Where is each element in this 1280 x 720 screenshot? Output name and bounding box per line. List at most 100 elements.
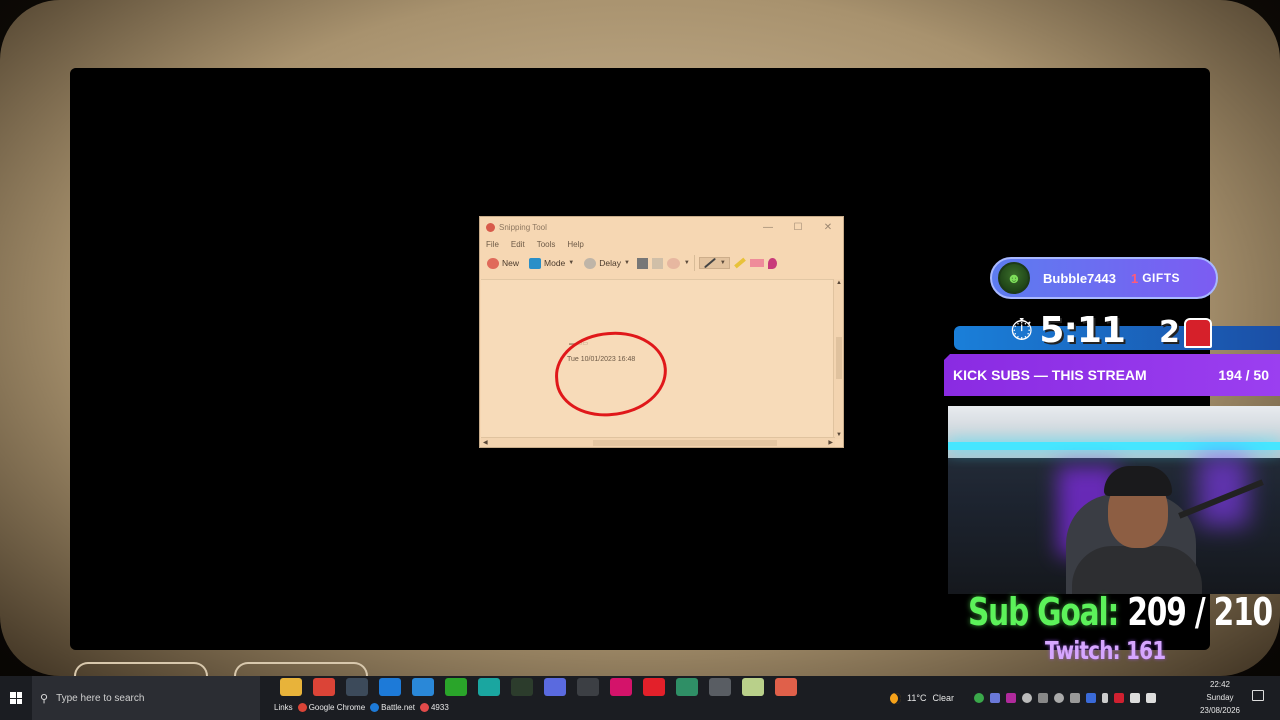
new-snip-button[interactable]: New <box>484 256 522 271</box>
delay-label: Delay <box>599 258 621 268</box>
sub-goal-value: 209 / 210 <box>1127 590 1273 634</box>
app-red-icon[interactable] <box>643 678 665 696</box>
horizontal-scrollbar[interactable]: ◀ ▶ <box>481 437 835 447</box>
app-teal-icon[interactable] <box>676 678 698 696</box>
menu-help[interactable]: Help <box>567 240 583 249</box>
tray-app-icon[interactable] <box>1069 693 1080 703</box>
headset-icon[interactable] <box>1037 693 1048 703</box>
taskbar-search[interactable]: ⚲ Type here to search <box>32 676 260 720</box>
discord-icon[interactable] <box>989 693 1000 703</box>
timer-value: 5:11 <box>1039 310 1126 351</box>
volume-icon[interactable] <box>1145 693 1156 703</box>
menu-edit[interactable]: Edit <box>511 240 525 249</box>
link-counter[interactable]: 4933 <box>419 703 449 713</box>
battle-net-icon[interactable] <box>379 678 401 696</box>
sub-goal: Sub Goal: 209 / 210 <box>968 590 1273 634</box>
gift-alert: ☻ Bubble7443 1 GIFTS <box>990 257 1218 299</box>
scroll-left-icon[interactable]: ◀ <box>483 439 488 446</box>
link-chrome-label: Google Chrome <box>308 703 366 712</box>
chevron-down-icon[interactable]: ▼ <box>684 260 690 266</box>
snip-canvas: ▬ ▭▭ Tue 10/01/2023 16:48 <box>481 279 835 437</box>
menu-bar: File Edit Tools Help <box>480 237 843 251</box>
start-button[interactable] <box>0 676 32 720</box>
menu-file[interactable]: File <box>486 240 499 249</box>
vertical-scrollbar[interactable]: ▲ ▼ <box>833 279 843 439</box>
link-count-label: 4933 <box>430 703 449 712</box>
link-battlenet-label: Battle.net <box>381 703 415 712</box>
horizontal-scroll-thumb[interactable] <box>593 440 777 446</box>
user-avatar: ☻ <box>998 262 1030 294</box>
app-gray-icon[interactable] <box>709 678 731 696</box>
save-icon[interactable] <box>636 257 648 269</box>
gift-username: Bubble7443 <box>1043 270 1116 286</box>
mode-button[interactable]: Mode ▼ <box>526 256 577 271</box>
snipping-tool-window[interactable]: Snipping Tool — ☐ ✕ File Edit Tools Help… <box>479 216 844 448</box>
snipping-icon[interactable] <box>775 678 797 696</box>
chevron-down-icon[interactable]: ▼ <box>568 260 574 266</box>
steam-like-icon[interactable] <box>346 678 368 696</box>
scroll-down-icon[interactable]: ▼ <box>836 432 842 438</box>
tray-app-icon[interactable] <box>1113 693 1124 703</box>
vertical-scroll-thumb[interactable] <box>836 337 842 379</box>
eraser-icon[interactable] <box>749 259 764 267</box>
tray-app-icon[interactable] <box>1021 693 1032 703</box>
monitor-ledge-right <box>234 662 368 676</box>
weather-temp[interactable]: 11°C <box>907 693 926 703</box>
app-green-icon[interactable] <box>511 678 533 696</box>
kick-subs-label: KICK SUBS — THIS STREAM <box>953 367 1147 383</box>
minimize-button[interactable]: — <box>753 222 783 233</box>
highlighter-icon[interactable] <box>733 257 746 269</box>
chrome-icon[interactable] <box>313 678 335 696</box>
snipping-tool-titlebar[interactable]: Snipping Tool — ☐ ✕ <box>480 217 843 237</box>
tray-app-icon[interactable] <box>1005 693 1016 703</box>
notification-icon[interactable] <box>1252 690 1264 701</box>
copy-icon[interactable] <box>651 257 663 269</box>
delay-button[interactable]: Delay ▼ <box>581 256 633 271</box>
taskbar-clock[interactable]: 22:42 Sunday 23/08/2026 <box>1192 678 1248 717</box>
clock-date: 23/08/2026 <box>1199 706 1241 715</box>
pen-button[interactable]: ▼ <box>698 257 730 269</box>
search-icon: ⚲ <box>40 692 49 705</box>
tray-app-icon[interactable] <box>1085 693 1096 703</box>
battlenet-icon <box>370 703 380 713</box>
twitch-subs: Twitch: 161 <box>1045 636 1166 665</box>
tray-app-icon[interactable] <box>973 693 984 703</box>
weather-condition[interactable]: Clear <box>932 693 954 703</box>
taskbar-apps <box>280 678 797 696</box>
links-toolbar: Links Google Chrome Battle.net 4933 <box>274 703 449 713</box>
xbox-icon[interactable] <box>445 678 467 696</box>
terminal-icon[interactable] <box>577 678 599 696</box>
menu-tools[interactable]: Tools <box>537 240 556 249</box>
mail-icon[interactable] <box>412 678 434 696</box>
edge-icon[interactable] <box>478 678 500 696</box>
scroll-up-icon[interactable]: ▲ <box>836 280 842 286</box>
search-placeholder: Type here to search <box>56 692 145 704</box>
microphone-icon[interactable] <box>1101 693 1108 703</box>
app-icon <box>419 703 429 713</box>
paint-icon[interactable] <box>767 257 777 269</box>
link-chrome[interactable]: Google Chrome <box>297 703 366 713</box>
scroll-right-icon[interactable]: ▶ <box>828 439 833 446</box>
windows-icon <box>10 692 22 704</box>
send-icon[interactable] <box>666 257 680 269</box>
chevron-down-icon[interactable]: ▼ <box>624 260 630 266</box>
notes-icon[interactable] <box>742 678 764 696</box>
maximize-button[interactable]: ☐ <box>783 222 813 233</box>
close-button[interactable]: ✕ <box>813 222 843 233</box>
mode-label: Mode <box>544 258 566 268</box>
file-explorer-icon[interactable] <box>280 678 302 696</box>
tray-app-icon[interactable] <box>1053 693 1064 703</box>
network-icon[interactable] <box>1129 693 1140 703</box>
chrome-icon <box>297 703 307 713</box>
links-label: Links <box>274 703 293 713</box>
bus-icon <box>1184 318 1212 348</box>
obs-icon[interactable] <box>544 678 566 696</box>
clock-time: 22:42 <box>1209 680 1231 689</box>
next-icon[interactable] <box>610 678 632 696</box>
gift-label: GIFTS <box>1142 271 1181 285</box>
chevron-down-icon[interactable]: ▼ <box>720 260 726 266</box>
webcam-person-cap <box>1104 466 1172 496</box>
kick-subs-value: 194 / 50 <box>1218 367 1269 383</box>
clock-day: Sunday <box>1206 693 1234 702</box>
link-battlenet[interactable]: Battle.net <box>370 703 415 713</box>
